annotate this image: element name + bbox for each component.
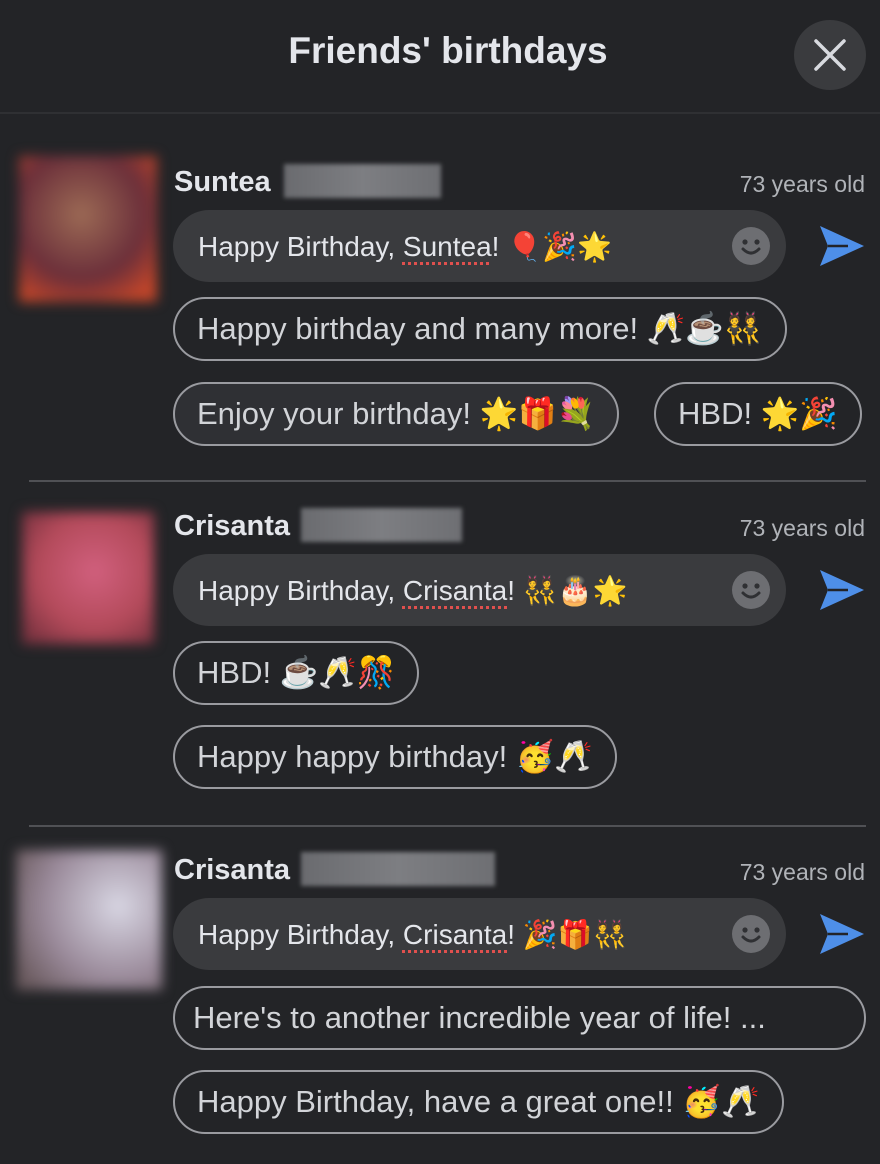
send-icon (820, 570, 864, 610)
divider (29, 480, 866, 482)
suggestion-chip[interactable]: Enjoy your birthday! 🌟🎁💐 (173, 382, 620, 446)
friend-age: 73 years old (739, 859, 865, 885)
message-text: Happy Birthday, Crisanta! 🎉🎁👯 (198, 919, 628, 950)
birthday-card: Suntea 73 years old Happy Birthday, Sunt… (0, 156, 880, 466)
redacted-surname (284, 164, 441, 198)
send-button[interactable] (818, 566, 866, 614)
message-input[interactable]: Happy Birthday, Crisanta! 🎉🎁👯 (173, 898, 786, 970)
birthday-card: Crisanta 73 years old Happy Birthday, Cr… (0, 500, 880, 810)
smiley-icon (741, 927, 761, 943)
send-icon (820, 914, 864, 954)
send-button[interactable] (818, 222, 866, 270)
send-button[interactable] (818, 910, 866, 958)
friend-name: Crisanta (174, 854, 291, 886)
send-icon (820, 226, 864, 266)
suggestion-chip[interactable]: Happy birthday and many more! 🥂☕👯 (173, 297, 787, 361)
emoji-picker-button[interactable] (732, 915, 770, 953)
message-text: Happy Birthday, Suntea! 🎈🎉🌟 (198, 231, 612, 262)
smiley-icon (741, 239, 761, 255)
birthday-card: Crisanta 73 years old Happy Birthday, Cr… (0, 844, 880, 1164)
emoji-picker-button[interactable] (732, 227, 770, 265)
emoji-picker-button[interactable] (732, 571, 770, 609)
avatar (16, 850, 162, 990)
message-text: Happy Birthday, Crisanta! 👯🎂🌟 (198, 575, 628, 606)
avatar (19, 156, 157, 302)
dialog-title: Friends' birthdays (288, 30, 608, 71)
suggestion-chip[interactable]: HBD! ☕🥂🎊 (173, 641, 420, 705)
close-icon (814, 39, 846, 71)
dialog-header: Friends' birthdays (0, 0, 880, 114)
friend-name: Crisanta (174, 510, 291, 542)
suggestion-chip[interactable]: HBD! 🌟🎉 (654, 382, 862, 446)
redacted-surname (301, 508, 462, 542)
suggestion-chip[interactable]: Happy Birthday, have a great one!! 🥳🥂 (173, 1070, 784, 1134)
smiley-icon (741, 583, 761, 599)
message-input[interactable]: Happy Birthday, Crisanta! 👯🎂🌟 (173, 554, 786, 626)
close-button[interactable] (794, 20, 866, 90)
redacted-surname (301, 852, 495, 886)
suggestion-chip[interactable]: Here's to another incredible year of lif… (173, 986, 866, 1050)
friend-name: Suntea (174, 166, 271, 198)
friend-age: 73 years old (739, 171, 865, 197)
message-input[interactable]: Happy Birthday, Suntea! 🎈🎉🌟 (173, 210, 786, 282)
suggestion-chip[interactable]: Happy happy birthday! 🥳🥂 (173, 725, 618, 789)
friend-age: 73 years old (739, 515, 865, 541)
avatar (22, 512, 154, 644)
divider (29, 825, 866, 827)
